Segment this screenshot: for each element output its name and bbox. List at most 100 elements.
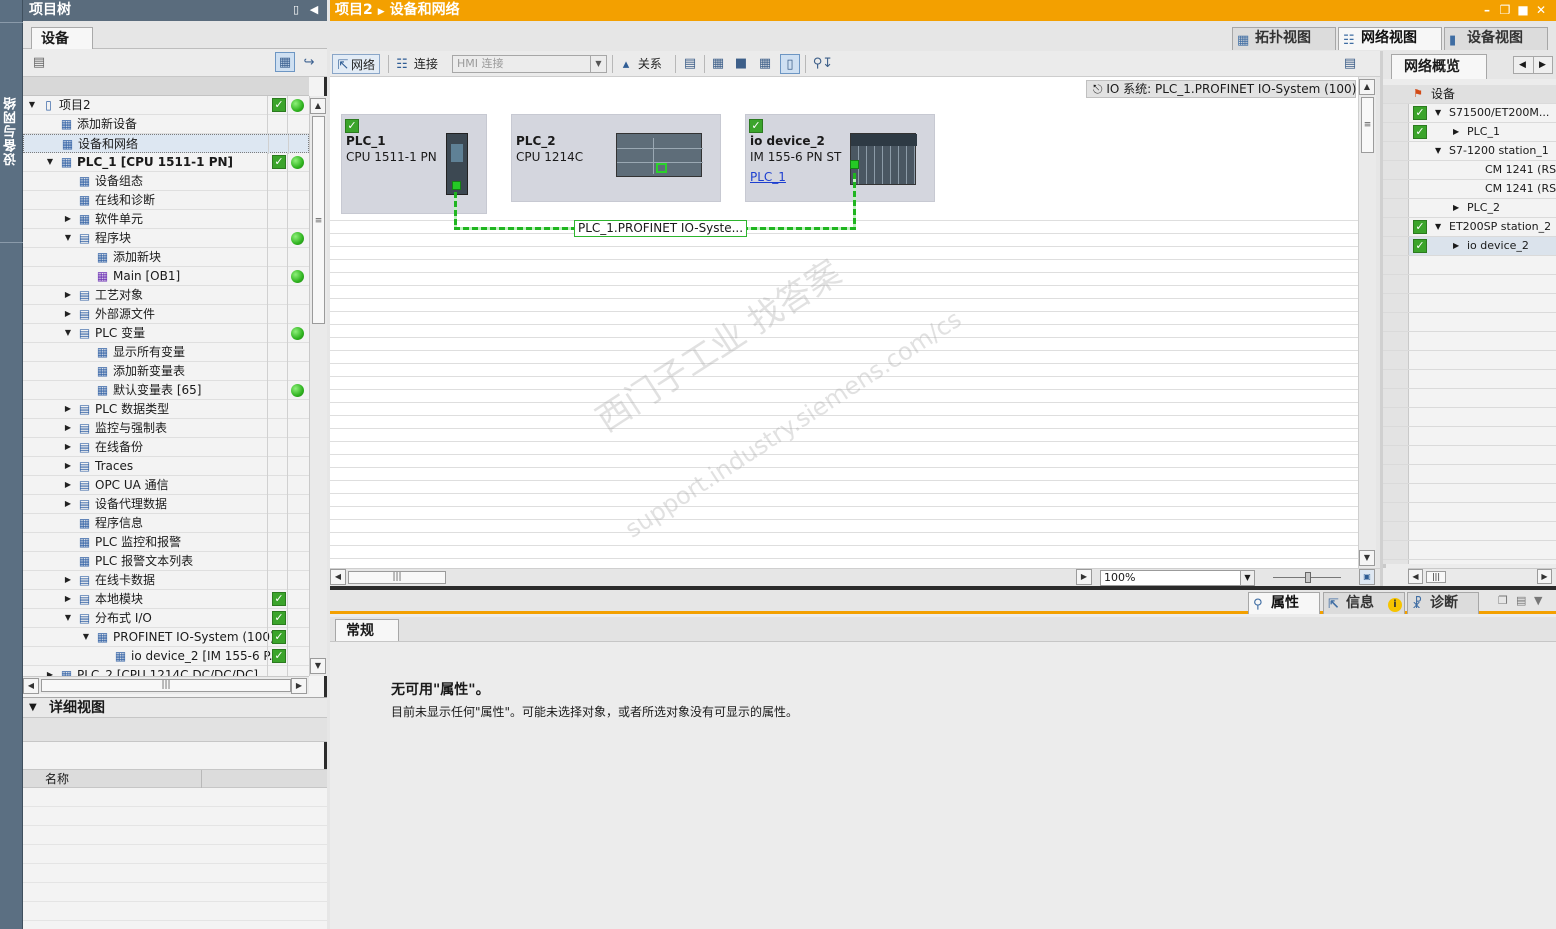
scroll-down-icon[interactable]: ▼ [1359,550,1375,566]
export-icon[interactable]: ↪ [299,53,319,73]
tree-item[interactable]: ▶ ▤ 本地模块 ✓ [23,590,309,609]
tab-topology-view[interactable]: ▦ 拓扑视图 [1232,27,1336,50]
chevron-right-icon[interactable]: ▶ [63,457,73,475]
overview-toggle-icon[interactable]: ▤ [1340,54,1360,74]
canvas-vertical-scrollbar[interactable]: ▲ ≡ ▼ [1358,77,1376,568]
scroll-right-icon[interactable]: ▶ [1076,569,1092,585]
minimize-icon[interactable]: – [1480,2,1494,18]
chevron-right-icon[interactable]: ▶ [63,286,73,304]
profinet-system-label[interactable]: PLC_1.PROFINET IO-Syste... [574,220,748,237]
close-icon[interactable]: ✕ [1534,2,1548,18]
tree-item[interactable]: ▶ ▤ OPC UA 通信 [23,476,309,495]
scroll-left-icon[interactable]: ◀ [23,678,39,694]
tree-item[interactable]: ▦ 默认变量表 [65] [23,381,309,400]
tree-item[interactable]: ▼ ▤ 程序块 [23,229,309,248]
chevron-down-icon[interactable]: ▼ [1435,104,1441,122]
pin-icon[interactable]: ⎋ [1093,82,1103,96]
panel-layout-icon[interactable]: ❐ [1498,594,1508,607]
tree-item[interactable]: ▦ 程序信息 [23,514,309,533]
scroll-left-icon[interactable]: ◀ [1519,57,1526,73]
chevron-right-icon[interactable]: ▶ [63,571,73,589]
tree-item[interactable]: ▦ 添加新设备 [23,115,309,134]
details-view-icon[interactable]: ▦ [275,52,295,72]
tree-horizontal-scrollbar[interactable]: ◀ ||| ▶ [23,676,309,694]
tree-item[interactable]: ▶ ▤ 设备代理数据 [23,495,309,514]
tree-item[interactable]: ▼ ▤ PLC 变量 [23,324,309,343]
overview-item[interactable]: ✓ ▼ S71500/ET200M... [1383,104,1556,123]
page-break-icon[interactable]: ▯ [780,54,800,74]
chevron-down-icon[interactable]: ▼ [45,153,55,171]
tree-item[interactable]: ▶ ▤ 监控与强制表 [23,419,309,438]
tree-item[interactable]: ▶ ▤ 工艺对象 [23,286,309,305]
chevron-down-icon[interactable]: ▼ [590,56,606,72]
restore-icon[interactable]: ❐ [1498,2,1512,18]
overview-horizontal-scrollbar[interactable]: ◀ ||| ▶ [1408,568,1556,585]
scroll-up-icon[interactable]: ▲ [310,98,326,114]
tree-item[interactable]: ▦ 添加新块 [23,248,309,267]
chevron-down-icon[interactable]: ▼ [63,324,73,342]
tree-item[interactable]: ▶ ▤ PLC 数据类型 [23,400,309,419]
overview-item[interactable]: ✓ ▶ PLC_1 [1383,123,1556,142]
zoom-select[interactable]: 100% ▼ [1100,570,1255,586]
overview-item[interactable]: CM 1241 (RS2... [1383,161,1556,180]
tree-item[interactable]: ▦ io device_2 [IM 155-6 P... ✓ [23,647,309,666]
tree-item[interactable]: ▦ 添加新变量表 [23,362,309,381]
minimize-icon[interactable]: ▤ [1516,594,1526,607]
module-icon[interactable]: ▦ [708,54,728,74]
overview-item[interactable]: ▶ PLC_2 [1383,199,1556,218]
chevron-right-icon[interactable]: ▶ [63,419,73,437]
tree-item[interactable]: ▼ ▦ PROFINET IO-System (100)... ✓ [23,628,309,647]
tab-properties[interactable]: ⚲ 属性 [1248,592,1320,614]
address-icon[interactable]: ▤ [680,54,700,74]
tree-item[interactable]: ▶ ▤ 外部源文件 [23,305,309,324]
chevron-down-icon[interactable]: ▼ [1534,594,1542,607]
profinet-line[interactable] [454,192,457,230]
overview-item[interactable]: ✓ ▼ ET200SP station_2 [1383,218,1556,237]
tree-item[interactable]: ▦ 设备组态 [23,172,309,191]
profinet-line[interactable] [853,173,856,230]
add-icon[interactable]: ▤ [29,53,49,73]
chevron-down-icon[interactable]: ▼ [1240,571,1254,585]
chevron-right-icon[interactable]: ▶ [63,210,73,228]
scroll-right-icon[interactable]: ▶ [1539,57,1546,73]
tab-general[interactable]: 常规 [335,619,399,642]
rack-icon[interactable]: ■ [731,54,751,74]
scroll-up-icon[interactable]: ▲ [1359,79,1375,95]
overview-item[interactable]: ✓ ▶ io device_2 [1383,237,1556,256]
chevron-right-icon[interactable]: ▶ [63,590,73,608]
connection-mode-button[interactable]: ☷ 连接 [394,54,438,74]
detail-view-header[interactable]: ▼ 详细视图 [23,697,327,718]
chevron-right-icon[interactable]: ▶ [63,400,73,418]
chevron-down-icon[interactable]: ▼ [1435,218,1441,236]
hmi-connection-select[interactable]: HMI 连接 ▼ [452,55,607,73]
scroll-left-icon[interactable]: ◀ [1408,569,1423,584]
network-canvas[interactable]: ⎋ IO 系统: PLC_1.PROFINET IO-System (100) … [330,77,1358,568]
scroll-left-icon[interactable]: ◀ [330,569,346,585]
tree-item[interactable]: ▶ ▤ Traces [23,457,309,476]
tree-item[interactable]: ▦ PLC 报警文本列表 [23,552,309,571]
chevron-right-icon[interactable]: ▶ [1453,237,1459,255]
assigned-controller-link[interactable]: PLC_1 [750,170,786,184]
tab-info[interactable]: ⇱ 信息 i [1323,592,1405,614]
tree-item[interactable]: ▶ ▤ 在线备份 [23,438,309,457]
tree-item[interactable]: ▼ ▦ PLC_1 [CPU 1511-1 PN] ✓ [23,153,309,172]
tab-diagnostics[interactable]: ☧ 诊断 [1407,592,1479,614]
network-mode-button[interactable]: ⇱ 网络 [332,54,381,74]
zoom-slider-handle[interactable] [1305,572,1311,583]
breadcrumb-project[interactable]: 项目2 [335,2,373,18]
tree-item[interactable]: ▼ ▯ 项目2 ✓ [23,96,309,115]
chevron-right-icon[interactable]: ▶ [63,476,73,494]
tree-item[interactable]: ▶ ▦ 软件单元 [23,210,309,229]
navigator-icon[interactable]: ▣ [1359,569,1375,585]
tab-network-view[interactable]: ☷ 网络视图 [1338,27,1442,50]
tab-device-view[interactable]: ▮ 设备视图 [1444,27,1548,50]
chevron-down-icon[interactable]: ▼ [29,698,37,718]
chevron-right-icon[interactable]: ▶ [63,495,73,513]
tree-item[interactable]: ▼ ▤ 分布式 I/O ✓ [23,609,309,628]
tree-vertical-scrollbar[interactable]: ▲ ≡ ▼ [309,96,327,676]
collapse-left-icon[interactable]: ◀ [307,3,321,17]
scroll-right-icon[interactable]: ▶ [291,678,307,694]
chevron-right-icon[interactable]: ▶ [1453,123,1459,141]
tree-item[interactable]: ▦ Main [OB1] [23,267,309,286]
grid-icon[interactable]: ▦ [755,54,775,74]
